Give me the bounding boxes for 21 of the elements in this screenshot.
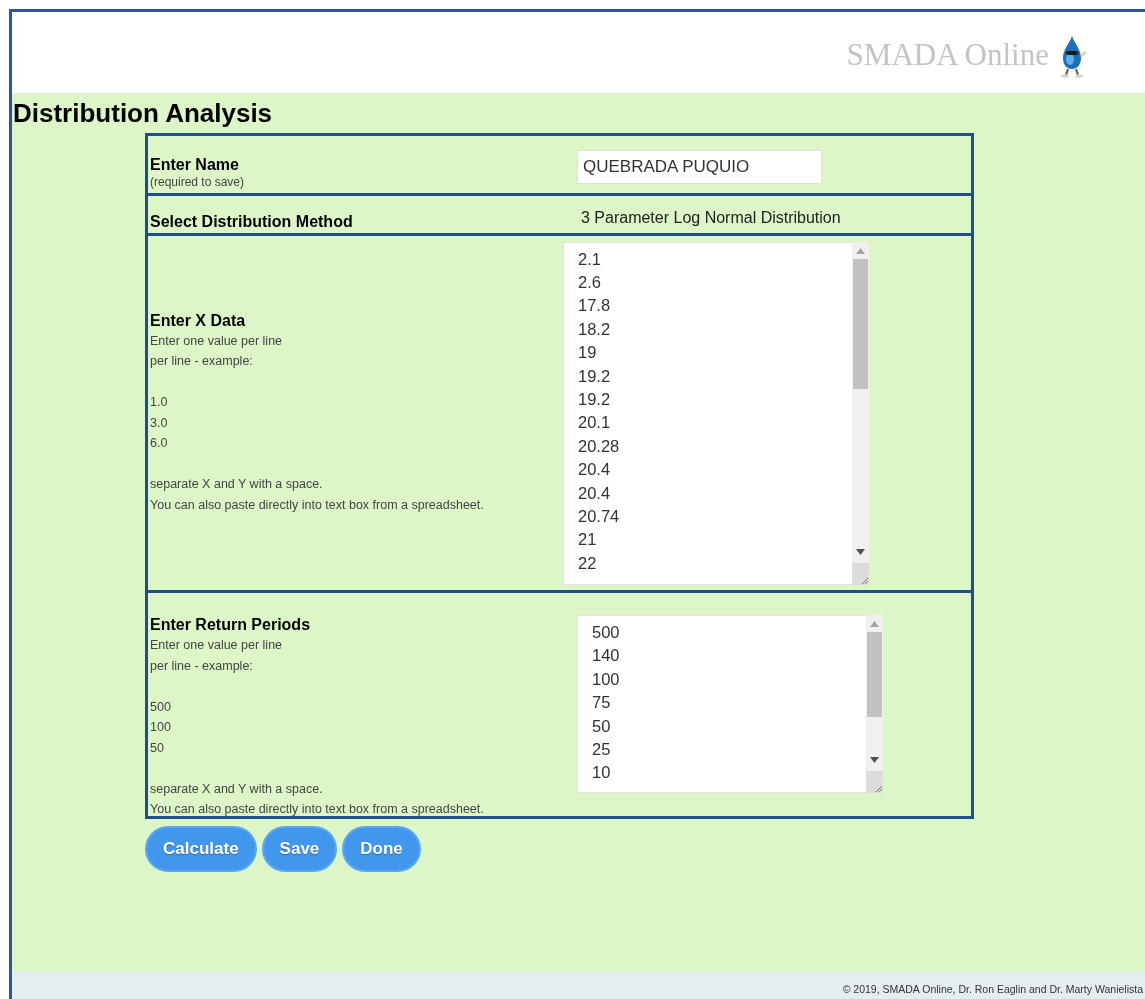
help-text: Enter one value per line per line - example: 1.0 3.0 6.0 separate X and Y with a space. You can also paste directly into text box from a spreadsheet.	[150, 332, 485, 514]
field-note: (required to save)	[150, 175, 246, 190]
scroll-down-icon[interactable]	[870, 757, 879, 763]
scrollbar[interactable]	[866, 615, 883, 793]
scrollbar[interactable]	[852, 241, 869, 585]
field-label: Enter X Data	[150, 310, 247, 331]
field-label: Enter Return Periods	[150, 615, 312, 635]
name-field[interactable]: QUEBRADA PUQUIO	[577, 150, 822, 184]
scroll-up-icon[interactable]	[856, 247, 865, 254]
copyright-text: © 2019, SMADA Online, Dr. Ron Eaglin and Dr. Marty Wanielista	[842, 982, 1143, 998]
field-label: Select Distribution Method	[150, 212, 354, 232]
page-title: Distribution Analysis	[12, 97, 274, 129]
site-title: SMADA Online	[846, 36, 1049, 75]
resize-grip-icon[interactable]	[873, 783, 883, 793]
field-label: Enter Name	[150, 155, 240, 175]
distribution-select[interactable]: 3 Parameter Log Normal Distribution	[581, 206, 841, 230]
data-field[interactable]: 500 140 100 75 50 25 10	[577, 615, 866, 793]
data-field[interactable]: 2.1 2.6 17.8 18.2 19 19.2 19.2 20.1 20.28 20.4 20.4 20.74 21 22	[563, 241, 852, 585]
scroll-down-icon[interactable]	[856, 548, 865, 555]
help-text: Enter one value per line per line - example: 500 100 50 separate X and Y with a space. You can also paste directly into text box from a spreadsheet.	[150, 637, 485, 818]
scroll-up-icon[interactable]	[870, 621, 879, 627]
